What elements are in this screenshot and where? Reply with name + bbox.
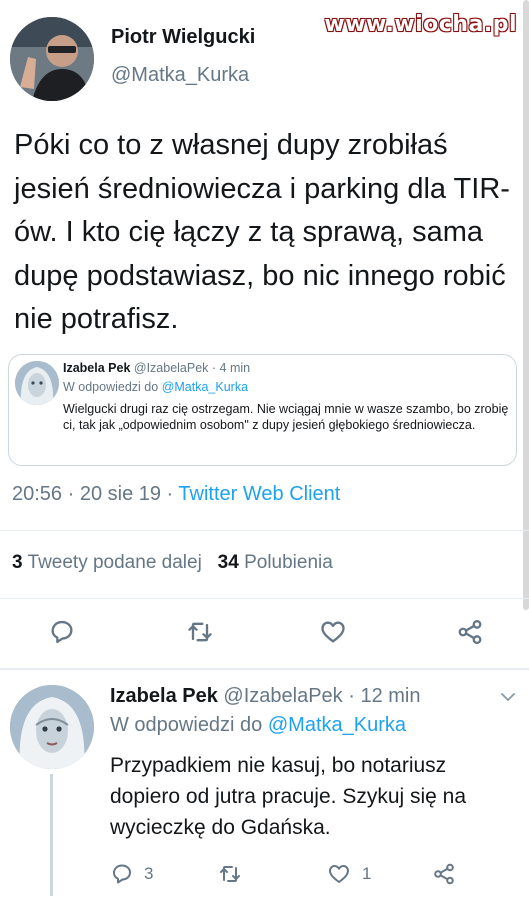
reply-to-link[interactable]: @Matka_Kurka: [268, 714, 406, 736]
more-options-button[interactable]: [500, 690, 516, 708]
reply-retweet-button[interactable]: [218, 862, 242, 886]
quoted-tweet-card[interactable]: Izabela Pek @IzabelaPek · 4 min W odpowi…: [8, 354, 517, 466]
reply-avatar[interactable]: [10, 685, 94, 769]
quoted-reply-context: W odpowiedzi do @Matka_Kurka: [63, 380, 248, 394]
client-link[interactable]: Twitter Web Client: [178, 483, 340, 505]
quoted-reply-to-link: @Matka_Kurka: [161, 380, 249, 394]
like-icon: [329, 865, 349, 883]
share-icon: [458, 619, 482, 645]
likes-label[interactable]: Polubienia: [244, 552, 333, 573]
reply-author-handle[interactable]: @IzabelaPek: [223, 685, 342, 707]
likes-count[interactable]: 34: [218, 552, 239, 573]
tweet-metadata: 20:56 · 20 sie 19 · Twitter Web Client: [12, 483, 340, 506]
author-handle[interactable]: @Matka_Kurka: [111, 64, 249, 87]
reply-like-button[interactable]: 1: [326, 862, 371, 886]
quoted-reply-prefix: W odpowiedzi do: [63, 380, 159, 394]
reply-button[interactable]: [48, 618, 76, 646]
quoted-author-name: Izabela Pek: [63, 361, 131, 375]
retweets-count[interactable]: 3: [12, 552, 23, 573]
divider: [0, 598, 529, 599]
reply-prefix: W odpowiedzi do: [110, 714, 263, 736]
reply-reply-button[interactable]: 3: [110, 862, 153, 886]
retweet-icon: [220, 866, 240, 882]
reply-count: 3: [144, 864, 154, 883]
quoted-tweet-header: Izabela Pek @IzabelaPek · 4 min: [63, 361, 250, 375]
share-button[interactable]: [456, 618, 484, 646]
reply-time: · 12 min: [348, 685, 421, 707]
like-button[interactable]: [318, 618, 348, 646]
quoted-tweet-text: Wielgucki drugi raz cię ostrzegam. Nie w…: [63, 402, 509, 432]
reply-icon: [113, 864, 131, 884]
reply-header: Izabela Pek @IzabelaPek · 12 min: [110, 685, 420, 708]
reply-icon: [51, 620, 73, 644]
retweet-icon: [188, 622, 212, 642]
reply-author-name[interactable]: Izabela Pek: [110, 685, 218, 707]
retweet-button[interactable]: [186, 618, 214, 646]
author-name[interactable]: Piotr Wielgucki: [111, 26, 255, 49]
reply-context: W odpowiedzi do @Matka_Kurka: [110, 714, 406, 737]
share-icon: [434, 863, 454, 885]
watermark: www.wiocha.pl: [324, 12, 517, 37]
like-icon: [321, 621, 345, 643]
reply-share-button[interactable]: [432, 862, 456, 886]
avatar[interactable]: [10, 17, 94, 101]
quoted-author-handle: @IzabelaPek: [133, 361, 209, 375]
divider: [0, 668, 529, 670]
like-count: 1: [362, 864, 372, 883]
thread-line: [50, 774, 53, 896]
quoted-time: · 4 min: [211, 361, 251, 375]
divider: [0, 530, 529, 531]
reply-tweet-text: Przypadkiem nie kasuj, bo notariusz dopi…: [110, 754, 467, 839]
tweet-stats: 3 Tweety podane dalej 34 Polubienia: [12, 552, 333, 574]
chevron-down-icon: [501, 693, 515, 702]
retweets-label[interactable]: Tweety podane dalej: [28, 552, 202, 573]
quoted-avatar: [15, 361, 59, 405]
tweet-text: Póki co to z własnej dupy zrobiłaś jesie…: [14, 129, 510, 335]
tweet-timestamp: 20:56 · 20 sie 19 ·: [12, 483, 174, 505]
